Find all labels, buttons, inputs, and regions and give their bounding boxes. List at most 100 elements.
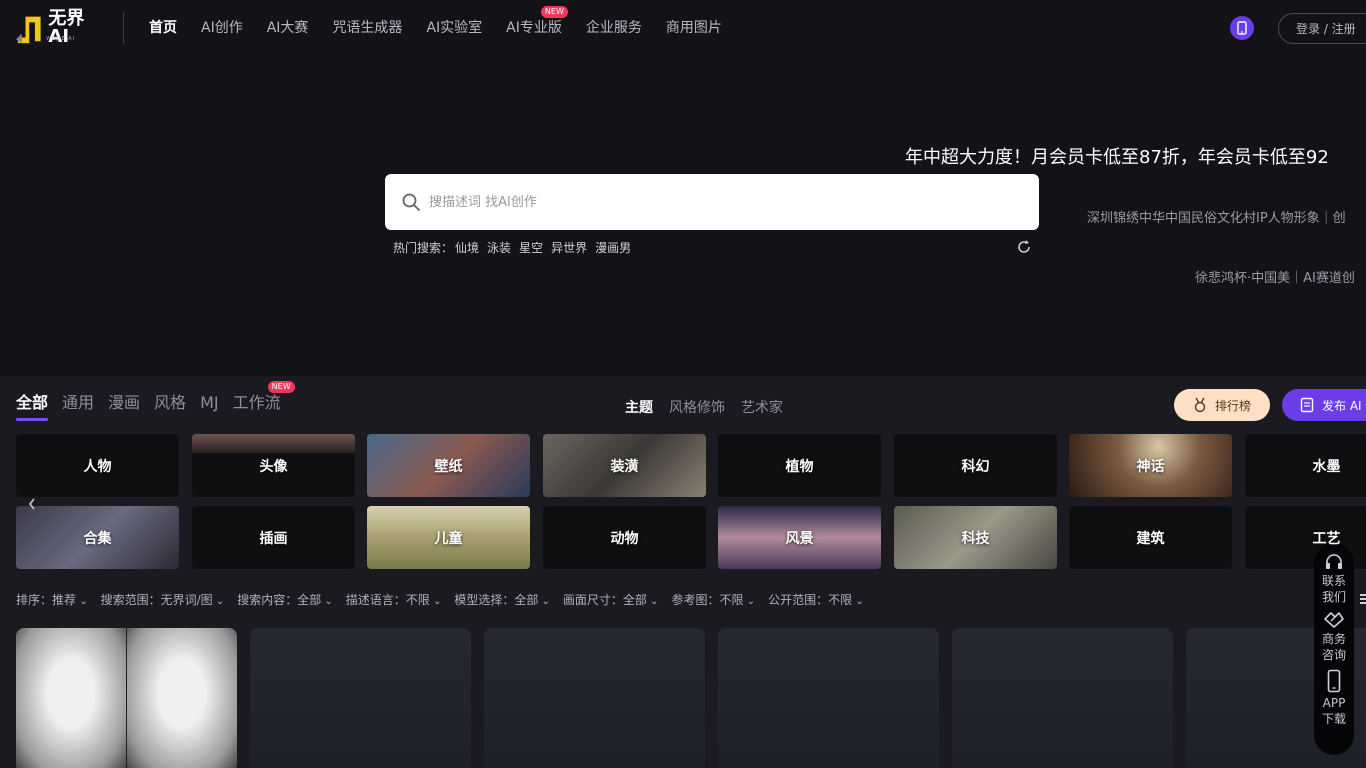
category-label: 科幻 [961,458,990,475]
subtab-style-modifier[interactable]: 风格修饰 [669,397,725,417]
category-label: 风景 [785,530,814,547]
publish-label: 发布 AI [1322,398,1362,413]
category-tile-ink[interactable]: 水墨 [1245,434,1366,497]
hot-search-term[interactable]: 星空 [519,239,543,256]
carousel-prev-button[interactable] [16,488,48,520]
category-tile-avatar[interactable]: 头像 [192,434,355,497]
nav-item-home[interactable]: 首页 [149,18,177,38]
nav-item-prompt-generator[interactable]: 咒语生成器 [332,18,402,38]
tab-mj[interactable]: MJ [200,393,219,413]
hot-search-term[interactable]: 仙境 [455,239,479,256]
hot-search-term[interactable]: 泳装 [487,239,511,256]
nav-item-commercial-images[interactable]: 商用图片 [666,18,722,38]
list-view-icon[interactable] [1360,593,1366,605]
nav-item-ai-contest[interactable]: AI大赛 [267,18,309,38]
category-tile-plants[interactable]: 植物 [718,434,881,497]
filter-search-scope[interactable]: 搜索范围：无界词/图 [101,591,225,608]
category-label: 头像 [259,458,288,475]
filter-size[interactable]: 画面尺寸：全部 [563,591,659,608]
tab-comic[interactable]: 漫画 [108,393,140,413]
logo-mark-icon [16,16,41,44]
category-label: 工艺 [1312,530,1341,547]
leaderboard-label: 排行榜 [1214,398,1251,413]
logo[interactable]: 无界AI WUJIE AI [16,10,102,46]
header-divider [123,12,124,44]
category-tile-illustration[interactable]: 插画 [192,506,355,569]
business-label-1: 商务 [1321,632,1346,646]
tab-general[interactable]: 通用 [62,393,94,413]
leaderboard-button[interactable]: 排行榜 [1174,389,1270,421]
login-register-button[interactable]: 登录 / 注册 [1278,13,1366,44]
search-input[interactable] [429,194,989,210]
category-tile-architecture[interactable]: 建筑 [1069,506,1232,569]
content-section: 全部 通用 漫画 风格 MJ 工作流 NEW 主题 风格修饰 艺术家 排行榜 发… [0,376,1366,768]
filter-search-content[interactable]: 搜索内容：全部 [237,591,333,608]
artwork-card[interactable] [250,628,471,768]
contact-us-button[interactable]: 联系 我们 [1322,553,1346,605]
artwork-grid [0,628,1366,768]
tab-all[interactable]: 全部 [16,393,49,421]
filter-visibility[interactable]: 公开范围：不限 [768,591,864,608]
new-badge: NEW [540,6,568,18]
app-label-1: APP [1322,696,1346,710]
contest-marquee-1[interactable]: 深圳锦绣中华中国民俗文化村IP人物形象｜创 [1087,207,1346,226]
category-tile-mythology[interactable]: 神话 [1069,434,1232,497]
category-tile-technology[interactable]: 科技 [894,506,1057,569]
hot-search-term[interactable]: 异世界 [551,239,587,256]
category-tile-animals[interactable]: 动物 [543,506,706,569]
tab-style[interactable]: 风格 [154,393,186,413]
artwork-thumbnail [16,628,126,768]
category-tile-scifi[interactable]: 科幻 [894,434,1057,497]
artwork-card[interactable] [952,628,1173,768]
main-nav: 首页 AI创作 AI大赛 咒语生成器 AI实验室 AI专业版 NEW 企业服务 … [149,6,722,38]
nav-item-ai-lab[interactable]: AI实验室 [426,18,482,38]
category-label: 人物 [83,458,112,475]
contact-label-1: 联系 [1321,574,1346,588]
hot-search-term[interactable]: 漫画男 [595,239,631,256]
nav-item-ai-pro-label: AI专业版 [506,20,562,36]
app-download-button[interactable]: APP 下载 [1322,669,1346,727]
category-tile-landscape[interactable]: 风景 [718,506,881,569]
chevron-left-icon [28,498,35,510]
category-tile-children[interactable]: 儿童 [367,506,530,569]
filter-bar: 排序：推荐 搜索范围：无界词/图 搜索内容：全部 描述语言：不限 模型选择：全部… [16,591,864,608]
document-icon [1300,397,1314,413]
nav-item-enterprise[interactable]: 企业服务 [586,18,642,38]
refresh-icon[interactable] [1016,239,1032,255]
category-label: 合集 [83,530,112,547]
filter-language[interactable]: 描述语言：不限 [346,591,442,608]
search-box [385,174,1039,230]
filter-model[interactable]: 模型选择：全部 [454,591,550,608]
artwork-card[interactable] [16,628,237,768]
artwork-card[interactable] [718,628,939,768]
tab-workflow[interactable]: 工作流 NEW [233,381,295,413]
contest-marquee-2[interactable]: 徐悲鸿杯·中国美｜AI赛道创 [1195,267,1355,286]
category-tile-interior[interactable]: 装潢 [543,434,706,497]
logo-subtext: WUJIE AI [46,36,76,42]
promo-banner[interactable]: 年中超大力度！月会员卡低至87折，年会员卡低至92 [905,143,1329,169]
app-label-2: 下载 [1321,712,1346,726]
category-label: 神话 [1136,458,1165,475]
filter-sort[interactable]: 排序：推荐 [16,591,88,608]
top-header: 无界AI WUJIE AI 首页 AI创作 AI大赛 咒语生成器 AI实验室 A… [0,0,1366,56]
headset-icon [1325,554,1342,569]
phone-icon [1237,21,1247,35]
publish-button[interactable]: 发布 AI [1282,389,1366,421]
new-badge: NEW [267,381,295,393]
category-label: 插画 [259,530,288,547]
nav-item-ai-create[interactable]: AI创作 [201,18,243,38]
category-label: 儿童 [434,530,463,547]
filter-reference[interactable]: 参考图：不限 [672,591,756,608]
artwork-card[interactable] [484,628,705,768]
category-tile-wallpaper[interactable]: 壁纸 [367,434,530,497]
business-inquiry-button[interactable]: 商务 咨询 [1322,611,1346,663]
subtab-artist[interactable]: 艺术家 [741,397,783,417]
business-label-2: 咨询 [1321,648,1346,662]
category-label: 装潢 [610,458,639,475]
category-tabs: 全部 通用 漫画 风格 MJ 工作流 NEW [16,381,295,421]
search-icon[interactable] [401,192,421,212]
subtabs: 主题 风格修饰 艺术家 [625,397,783,417]
subtab-theme[interactable]: 主题 [625,397,653,417]
mobile-app-button[interactable] [1230,16,1254,40]
nav-item-ai-pro[interactable]: AI专业版 NEW [506,6,568,38]
